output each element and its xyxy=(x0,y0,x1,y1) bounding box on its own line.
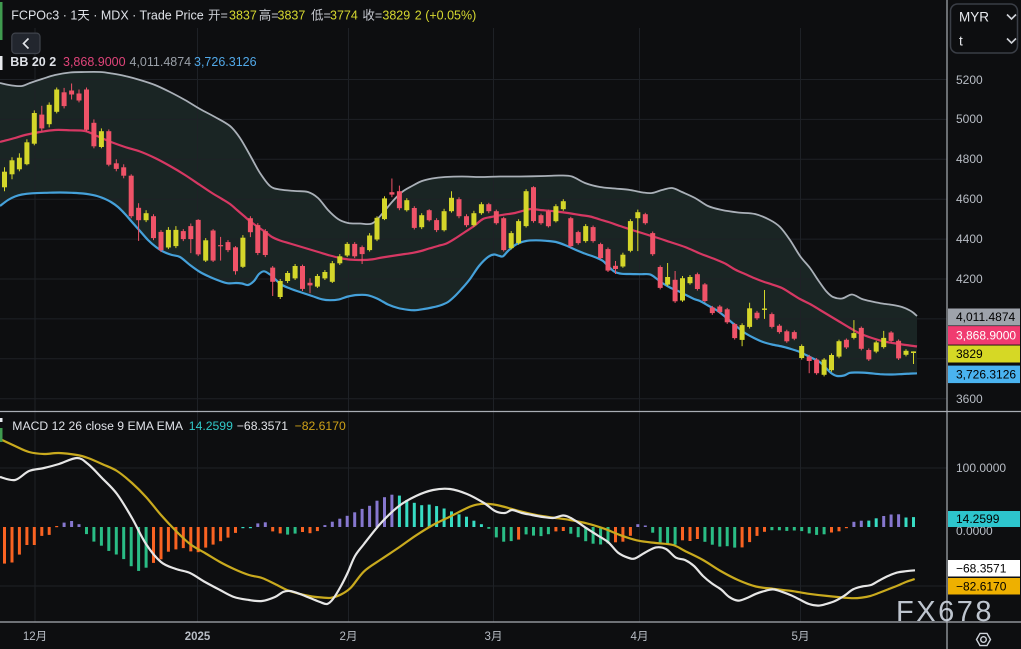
svg-text:t: t xyxy=(959,34,963,49)
svg-text:3,726.3126: 3,726.3126 xyxy=(956,368,1016,382)
svg-text:12月: 12月 xyxy=(23,631,47,643)
svg-text:3,868.9000: 3,868.9000 xyxy=(63,55,126,69)
svg-text:低=: 低= xyxy=(311,9,331,23)
svg-text:开=: 开= xyxy=(208,9,228,23)
svg-text:4800: 4800 xyxy=(956,152,983,166)
svg-text:3月: 3月 xyxy=(485,631,503,643)
svg-text:2月: 2月 xyxy=(340,631,358,643)
svg-text:3,726.3126: 3,726.3126 xyxy=(194,55,257,69)
svg-text:3837: 3837 xyxy=(229,9,257,23)
svg-text:−68.3571: −68.3571 xyxy=(237,419,288,433)
svg-text:14.2599: 14.2599 xyxy=(189,419,233,433)
svg-text:3,868.9000: 3,868.9000 xyxy=(956,329,1016,343)
svg-text:4600: 4600 xyxy=(956,192,983,206)
svg-text:14.2599: 14.2599 xyxy=(956,512,1000,526)
svg-text:−82.6170: −82.6170 xyxy=(956,580,1007,594)
svg-text:4,011.4874: 4,011.4874 xyxy=(130,55,192,69)
svg-text:−82.6170: −82.6170 xyxy=(295,419,346,433)
svg-text:100.0000: 100.0000 xyxy=(956,461,1006,475)
svg-text:MACD 12 26 close 9 EMA EMA: MACD 12 26 close 9 EMA EMA xyxy=(12,419,184,433)
svg-text:3600: 3600 xyxy=(956,392,983,406)
svg-text:5月: 5月 xyxy=(792,631,810,643)
svg-text:5200: 5200 xyxy=(956,73,983,87)
svg-text:3829: 3829 xyxy=(382,9,410,23)
svg-text:3829: 3829 xyxy=(956,347,983,361)
svg-text:4月: 4月 xyxy=(631,631,649,643)
svg-text:高=: 高= xyxy=(259,8,279,23)
svg-text:收=: 收= xyxy=(362,9,382,23)
svg-text:MYR: MYR xyxy=(959,10,989,25)
svg-text:5000: 5000 xyxy=(956,112,983,126)
svg-text:4200: 4200 xyxy=(956,272,983,286)
svg-text:BB 20 2: BB 20 2 xyxy=(10,55,56,69)
svg-text:3837: 3837 xyxy=(278,9,306,23)
svg-text:3774: 3774 xyxy=(330,9,358,23)
svg-text:2025: 2025 xyxy=(185,631,211,643)
svg-text:FX678: FX678 xyxy=(896,596,994,628)
svg-text:4,011.4874: 4,011.4874 xyxy=(956,310,1015,324)
svg-text:4400: 4400 xyxy=(956,232,983,246)
svg-text:−68.3571: −68.3571 xyxy=(956,562,1007,576)
svg-text:FCPOc3 · 1天 · MDX · Trade Pric: FCPOc3 · 1天 · MDX · Trade Price xyxy=(11,9,203,23)
svg-text:2 (+0.05%): 2 (+0.05%) xyxy=(415,9,477,23)
